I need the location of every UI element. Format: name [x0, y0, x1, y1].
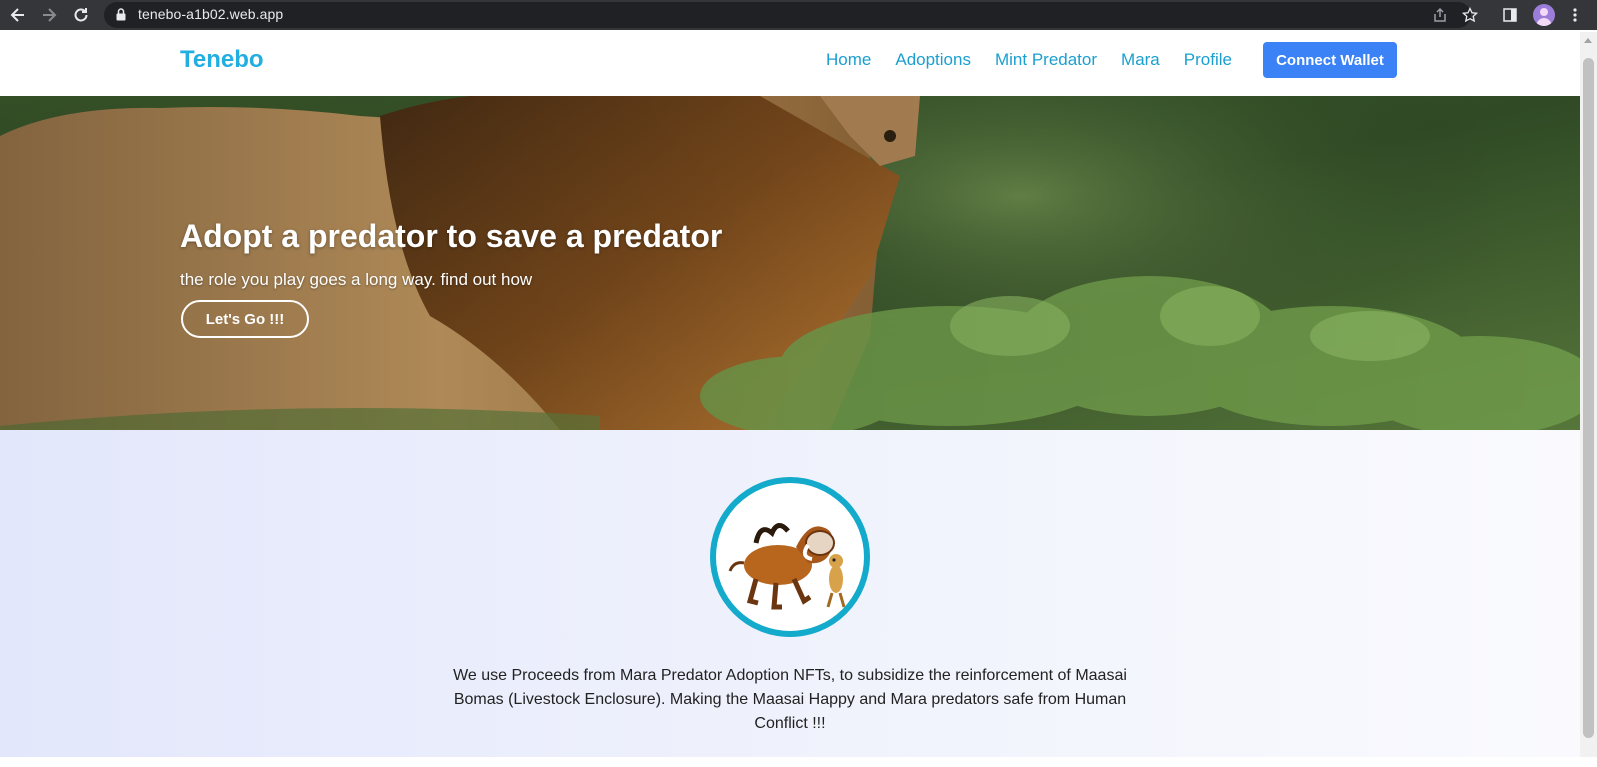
share-icon[interactable] — [1430, 5, 1450, 25]
mascot-logo — [710, 477, 870, 637]
hero-overlay — [0, 96, 1580, 430]
reload-icon[interactable] — [70, 4, 92, 26]
nav-link-mint-predator[interactable]: Mint Predator — [995, 50, 1097, 70]
nav-link-mara[interactable]: Mara — [1121, 50, 1160, 70]
forward-arrow-icon[interactable] — [38, 4, 60, 26]
scroll-up-arrow-icon[interactable] — [1584, 38, 1592, 43]
warthog-meerkat-illustration — [728, 523, 846, 610]
hero-title: Adopt a predator to save a predator — [180, 218, 723, 254]
back-arrow-icon[interactable] — [7, 4, 29, 26]
profile-avatar[interactable] — [1533, 4, 1555, 26]
hero-subtitle: the role you play goes a long way. find … — [180, 270, 533, 289]
scrollbar-thumb[interactable] — [1583, 58, 1594, 738]
page-scrollbar[interactable] — [1580, 32, 1597, 757]
address-bar[interactable] — [104, 2, 1471, 28]
mission-statement: We use Proceeds from Mara Predator Adopt… — [453, 667, 1127, 732]
nav-link-profile[interactable]: Profile — [1184, 50, 1232, 70]
lock-icon[interactable] — [116, 8, 126, 26]
nav-link-adoptions[interactable]: Adoptions — [895, 50, 971, 70]
sidebar-icon[interactable] — [1500, 5, 1520, 25]
nav-links: Home Adoptions Mint Predator Mara Profil… — [826, 50, 1232, 70]
nav-link-home[interactable]: Home — [826, 50, 871, 70]
navbar: Tenebo Home Adoptions Mint Predator Mara… — [0, 32, 1580, 96]
star-icon[interactable] — [1460, 5, 1480, 25]
more-icon[interactable] — [1565, 5, 1585, 25]
about-section: We use Proceeds from Mara Predator Adopt… — [0, 430, 1580, 757]
url-text[interactable]: tenebo-a1b02.web.app — [138, 6, 283, 22]
brand-logo[interactable]: Tenebo — [180, 46, 264, 74]
page-viewport: Tenebo Home Adoptions Mint Predator Mara… — [0, 32, 1580, 757]
hero-banner: Adopt a predator to save a predator the … — [0, 96, 1580, 430]
connect-wallet-button[interactable]: Connect Wallet — [1263, 42, 1397, 78]
lets-go-button[interactable]: Let's Go !!! — [181, 300, 309, 338]
browser-toolbar: tenebo-a1b02.web.app — [0, 0, 1597, 30]
